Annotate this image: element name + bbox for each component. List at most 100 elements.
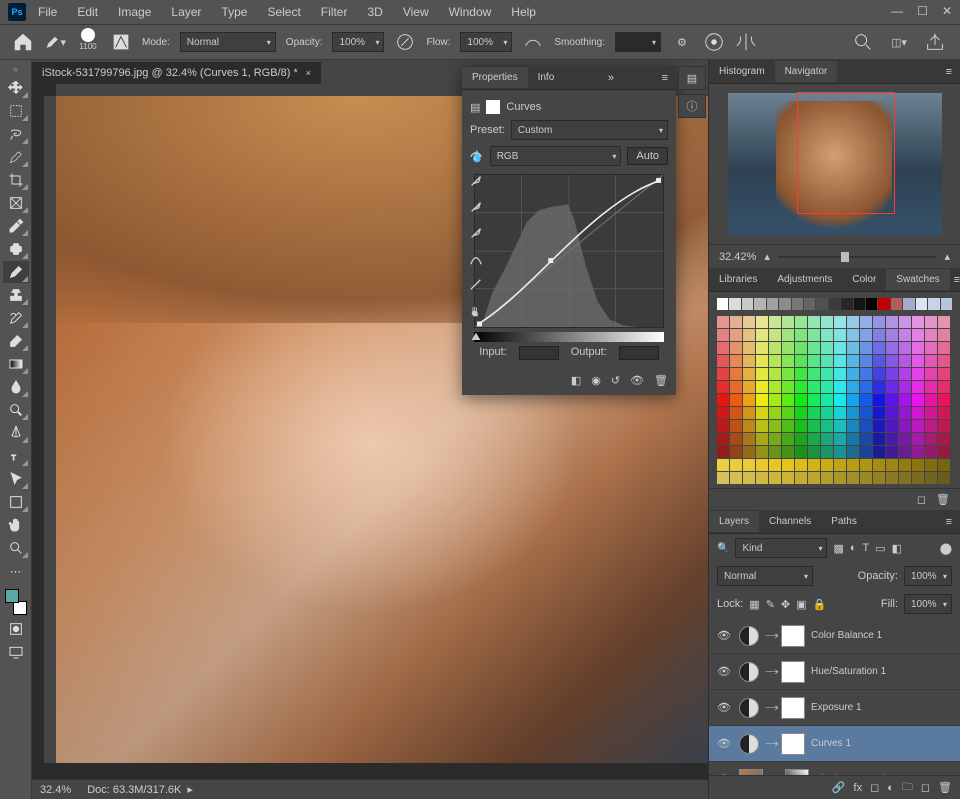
healing-tool[interactable] xyxy=(3,238,29,260)
view-previous-icon[interactable]: ◉ xyxy=(591,374,601,387)
swatch[interactable] xyxy=(769,472,781,484)
sample-gray-icon[interactable] xyxy=(466,198,486,216)
swatch[interactable] xyxy=(782,329,794,341)
swatch[interactable] xyxy=(808,433,820,445)
swatch[interactable] xyxy=(769,381,781,393)
swatch[interactable] xyxy=(925,394,937,406)
swatch[interactable] xyxy=(941,298,952,310)
swatch[interactable] xyxy=(916,298,927,310)
swatch[interactable] xyxy=(834,433,846,445)
share-icon[interactable] xyxy=(924,31,946,53)
filter-smart-icon[interactable]: ◧ xyxy=(892,542,902,555)
visibility-icon[interactable]: 👁 xyxy=(715,737,733,750)
draw-curve-icon[interactable] xyxy=(466,276,486,294)
swatch[interactable] xyxy=(808,420,820,432)
menu-image[interactable]: Image xyxy=(110,1,159,23)
swatch[interactable] xyxy=(808,342,820,354)
marquee-tool[interactable] xyxy=(3,100,29,122)
swatch[interactable] xyxy=(782,316,794,328)
eraser-tool[interactable] xyxy=(3,330,29,352)
swatch[interactable] xyxy=(808,368,820,380)
toggle-visibility-icon[interactable]: 👁 xyxy=(630,374,644,387)
lock-transparent-icon[interactable]: ▦ xyxy=(749,598,759,611)
swatch[interactable] xyxy=(717,342,729,354)
new-swatch-icon[interactable]: ◻ xyxy=(917,493,926,506)
shape-tool[interactable] xyxy=(3,491,29,513)
swatch[interactable] xyxy=(928,298,939,310)
swatch[interactable] xyxy=(912,407,924,419)
menu-filter[interactable]: Filter xyxy=(313,1,356,23)
swatch[interactable] xyxy=(938,394,950,406)
swatch[interactable] xyxy=(808,472,820,484)
swatch[interactable] xyxy=(834,472,846,484)
collapse-icon[interactable]: « xyxy=(13,64,18,74)
filter-pixel-icon[interactable]: ▩ xyxy=(833,542,843,555)
swatch[interactable] xyxy=(873,368,885,380)
layer-row[interactable]: 👁𐃘Curves 1 xyxy=(709,726,960,762)
swatch[interactable] xyxy=(717,316,729,328)
swatch[interactable] xyxy=(899,329,911,341)
opacity-select[interactable]: 100% xyxy=(332,32,384,52)
menu-help[interactable]: Help xyxy=(503,1,544,23)
swatch[interactable] xyxy=(860,342,872,354)
brush-panel-icon[interactable] xyxy=(110,31,132,53)
swatch[interactable] xyxy=(860,368,872,380)
swatch[interactable] xyxy=(717,394,729,406)
swatch[interactable] xyxy=(873,459,885,471)
swatch[interactable] xyxy=(873,420,885,432)
swatch[interactable] xyxy=(834,381,846,393)
fill-select[interactable]: 100% xyxy=(904,594,952,614)
navigator-viewport[interactable] xyxy=(797,92,895,214)
swatch[interactable] xyxy=(886,381,898,393)
swatch[interactable] xyxy=(743,459,755,471)
swatch[interactable] xyxy=(886,420,898,432)
swatch[interactable] xyxy=(792,298,803,310)
menu-3d[interactable]: 3D xyxy=(359,1,390,23)
swatch[interactable] xyxy=(899,446,911,458)
swatch[interactable] xyxy=(769,459,781,471)
swatch[interactable] xyxy=(743,433,755,445)
histogram-options-icon[interactable]: ⛰ xyxy=(466,328,486,346)
swatch[interactable] xyxy=(912,420,924,432)
delete-adjustment-icon[interactable]: 🗑 xyxy=(654,374,668,387)
swatch[interactable] xyxy=(782,459,794,471)
swatch[interactable] xyxy=(730,368,742,380)
swatch[interactable] xyxy=(938,433,950,445)
sample-black-icon[interactable] xyxy=(466,224,486,242)
swatch[interactable] xyxy=(847,472,859,484)
swatch[interactable] xyxy=(834,394,846,406)
swatch[interactable] xyxy=(795,355,807,367)
swatch[interactable] xyxy=(821,420,833,432)
swatch[interactable] xyxy=(717,420,729,432)
reset-icon[interactable]: ↺ xyxy=(611,374,620,387)
swatch[interactable] xyxy=(779,298,790,310)
properties-collapse-icon[interactable]: » xyxy=(604,72,618,84)
swatch[interactable] xyxy=(769,433,781,445)
menu-layer[interactable]: Layer xyxy=(163,1,209,23)
swatch[interactable] xyxy=(847,368,859,380)
swatch[interactable] xyxy=(925,459,937,471)
swatch[interactable] xyxy=(834,407,846,419)
swatch[interactable] xyxy=(873,394,885,406)
swatch[interactable] xyxy=(925,381,937,393)
swatch[interactable] xyxy=(795,368,807,380)
swatch[interactable] xyxy=(860,355,872,367)
swatch[interactable] xyxy=(925,446,937,458)
tab-adjustments[interactable]: Adjustments xyxy=(767,269,842,290)
swatch[interactable] xyxy=(743,355,755,367)
zoom-tool[interactable] xyxy=(3,537,29,559)
swatch[interactable] xyxy=(899,433,911,445)
swatch[interactable] xyxy=(860,407,872,419)
zoom-slider[interactable] xyxy=(778,256,937,258)
swatch[interactable] xyxy=(730,407,742,419)
swatch[interactable] xyxy=(873,329,885,341)
swatch[interactable] xyxy=(795,342,807,354)
swatch[interactable] xyxy=(925,329,937,341)
preset-select[interactable]: Custom xyxy=(511,120,668,140)
swatch[interactable] xyxy=(742,298,753,310)
swatch[interactable] xyxy=(873,472,885,484)
airbrush-icon[interactable] xyxy=(522,31,544,53)
blur-tool[interactable] xyxy=(3,376,29,398)
swatch[interactable] xyxy=(866,298,877,310)
symmetry-icon[interactable] xyxy=(735,31,757,53)
